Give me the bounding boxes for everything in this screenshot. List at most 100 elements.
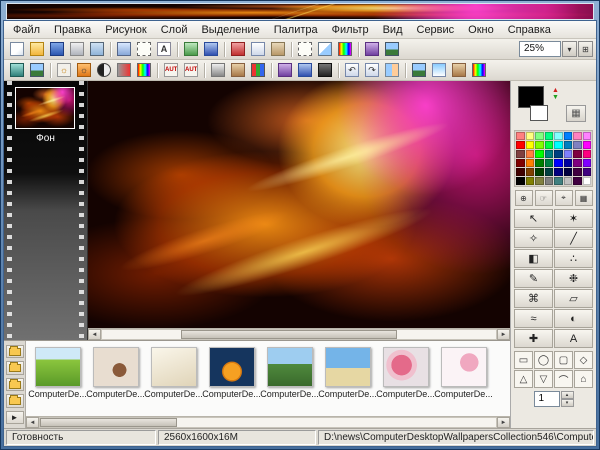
polygon-selection-button[interactable]: ⌂ [574, 370, 593, 388]
palette-color-7[interactable] [573, 132, 582, 140]
copy-button[interactable] [248, 40, 268, 59]
browser-thumbnail-7[interactable]: ComputerDe... [378, 344, 433, 416]
layers-button[interactable] [315, 40, 335, 59]
spin-up-button[interactable]: ▴ [561, 391, 574, 399]
palette-color-11[interactable] [535, 141, 544, 149]
advanced-brush-tool-button[interactable]: ❉ [554, 269, 593, 288]
rgb-channels-button[interactable] [248, 61, 268, 80]
emboss-button[interactable] [315, 61, 335, 80]
triangle-up-selection-button[interactable]: △ [514, 370, 533, 388]
palette-color-1[interactable] [516, 132, 525, 140]
magic-wand-tool-button[interactable]: ✶ [554, 209, 593, 228]
menu-item-11[interactable]: Справка [501, 22, 558, 38]
auto-levels-button[interactable]: AUTO [161, 61, 181, 80]
menu-item-1[interactable]: Файл [6, 22, 47, 38]
palette-color-10[interactable] [526, 141, 535, 149]
palette-color-18[interactable] [526, 150, 535, 158]
palette-color-48[interactable] [583, 177, 592, 185]
palette-color-24[interactable] [583, 150, 592, 158]
eraser-tool-button[interactable]: ▱ [554, 289, 593, 308]
palette-color-36[interactable] [545, 168, 554, 176]
palette-color-13[interactable] [554, 141, 563, 149]
palette-color-25[interactable] [516, 159, 525, 167]
dodge-burn-tool-button[interactable]: ◐ [554, 309, 593, 328]
palette-color-19[interactable] [535, 150, 544, 158]
colors-window-button[interactable] [335, 40, 355, 59]
rounded-rect-selection-button[interactable]: ▢ [554, 351, 573, 369]
palette-color-41[interactable] [516, 177, 525, 185]
browser-thumbnail-4[interactable]: ComputerDe... [204, 344, 259, 416]
text-insert-tool-button[interactable]: A [554, 329, 593, 348]
fill-tool-button[interactable]: ◧ [514, 249, 553, 268]
palette-color-2[interactable] [526, 132, 535, 140]
palette-color-42[interactable] [526, 177, 535, 185]
eyedropper-tool-button[interactable]: ✧ [514, 229, 553, 248]
line-tool-button[interactable]: ╱ [554, 229, 593, 248]
palette-color-22[interactable] [564, 150, 573, 158]
palette-color-28[interactable] [545, 159, 554, 167]
scroll-left-button[interactable]: ◄ [88, 329, 101, 340]
browser-scroll-thumb[interactable] [40, 418, 177, 427]
menu-item-8[interactable]: Вид [376, 22, 410, 38]
remove-folder-button[interactable] [6, 378, 24, 391]
brightness-plus-button[interactable]: ☼ [74, 61, 94, 80]
palette-color-38[interactable] [564, 168, 573, 176]
palette-color-40[interactable] [583, 168, 592, 176]
palette-color-4[interactable] [545, 132, 554, 140]
palette-color-30[interactable] [564, 159, 573, 167]
background-color-swatch[interactable] [530, 105, 548, 121]
canvas[interactable] [88, 81, 510, 328]
palette-color-8[interactable] [583, 132, 592, 140]
menu-item-9[interactable]: Сервис [410, 22, 462, 38]
palette-color-29[interactable] [554, 159, 563, 167]
landscape-preset-button[interactable] [409, 61, 429, 80]
auto-contrast-button[interactable]: AUTO [181, 61, 201, 80]
open-image-button[interactable] [27, 40, 47, 59]
palette-color-3[interactable] [535, 132, 544, 140]
menu-item-10[interactable]: Окно [461, 22, 501, 38]
preview-button[interactable] [382, 40, 402, 59]
palette-color-21[interactable] [554, 150, 563, 158]
texture-preset-button[interactable] [449, 61, 469, 80]
menu-item-6[interactable]: Палитра [267, 22, 325, 38]
diamond-selection-button[interactable]: ◇ [574, 351, 593, 369]
palette-color-35[interactable] [535, 168, 544, 176]
spin-down-button[interactable]: ▾ [561, 399, 574, 407]
browser-thumbnail-2[interactable]: ComputerDe... [88, 344, 143, 416]
lasso-selection-button[interactable]: ⌒ [554, 370, 573, 388]
palette-color-31[interactable] [573, 159, 582, 167]
palette-options-button[interactable]: ▦ [566, 105, 586, 122]
cut-button[interactable] [228, 40, 248, 59]
menu-item-3[interactable]: Рисунок [98, 22, 154, 38]
browser-thumbnail-8[interactable]: ComputerDe... [436, 344, 491, 416]
tool-option-value[interactable]: 1 [534, 391, 560, 407]
clouds-preset-button[interactable] [429, 61, 449, 80]
palette-color-26[interactable] [526, 159, 535, 167]
contrast-button[interactable] [94, 61, 114, 80]
paste-button[interactable] [268, 40, 288, 59]
repeat-filter-button[interactable] [362, 40, 382, 59]
zoom-fit-button[interactable]: ⊞ [578, 41, 593, 57]
palette-color-45[interactable] [554, 177, 563, 185]
palette-color-43[interactable] [535, 177, 544, 185]
show-selection-button[interactable] [295, 40, 315, 59]
blur-filter-button[interactable] [295, 61, 315, 80]
browser-scroll-right-button[interactable]: ► [497, 417, 510, 428]
palette-color-47[interactable] [573, 177, 582, 185]
zoom-dropdown-button[interactable]: ▾ [562, 41, 577, 57]
palette-color-16[interactable] [583, 141, 592, 149]
palette-color-17[interactable] [516, 150, 525, 158]
save-image-button[interactable] [47, 40, 67, 59]
pattern-preset-button[interactable] [469, 61, 489, 80]
menu-item-7[interactable]: Фильтр [325, 22, 376, 38]
undo-button[interactable] [181, 40, 201, 59]
smudge-tool-button[interactable]: ≈ [514, 309, 553, 328]
palette-color-34[interactable] [526, 168, 535, 176]
add-folder-button[interactable] [6, 361, 24, 374]
grayscale-button[interactable] [208, 61, 228, 80]
new-image-button[interactable] [7, 40, 27, 59]
image-fire-abstract[interactable] [88, 81, 510, 328]
browser-thumbnail-1[interactable]: ComputerDe... [30, 344, 85, 416]
sepia-button[interactable] [228, 61, 248, 80]
palette-color-32[interactable] [583, 159, 592, 167]
